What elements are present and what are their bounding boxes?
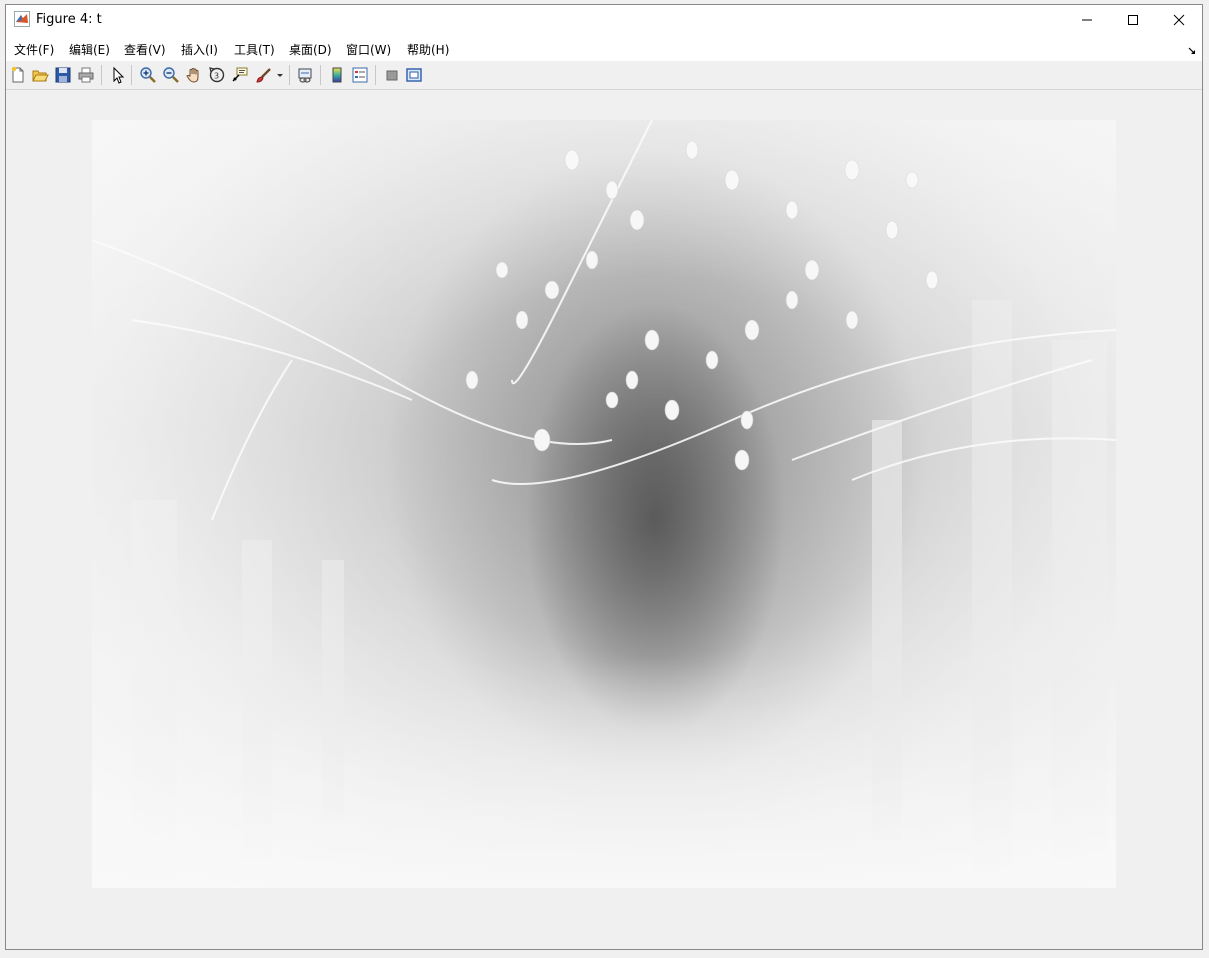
zoom-in-icon[interactable] (139, 66, 157, 84)
image-display[interactable] (92, 120, 1116, 888)
forest-image-icon (92, 120, 1116, 888)
show-plot-tools-icon[interactable] (405, 66, 423, 84)
svg-text:3: 3 (214, 72, 219, 81)
toolbar-separator (131, 65, 132, 85)
dock-arrow-icon[interactable] (1188, 44, 1196, 54)
title-bar[interactable]: Figure 4: t (6, 5, 1202, 35)
window-title: Figure 4: t (36, 12, 102, 27)
toolbar-separator (289, 65, 290, 85)
toolbar-separator (101, 65, 102, 85)
pan-hand-icon[interactable] (185, 66, 203, 84)
hide-plot-tools-icon[interactable] (383, 66, 401, 84)
toolbar-separator (320, 65, 321, 85)
menu-window[interactable]: 窗口(W) (346, 41, 391, 58)
menu-edit[interactable]: 编辑(E) (69, 41, 110, 58)
maximize-button[interactable] (1110, 5, 1156, 35)
new-figure-icon[interactable] (9, 66, 27, 84)
menu-help[interactable]: 帮助(H) (407, 41, 449, 58)
matlab-logo-icon (14, 11, 30, 27)
figure-canvas[interactable] (6, 90, 1202, 949)
edit-plot-arrow-icon[interactable] (109, 66, 127, 84)
menu-tools[interactable]: 工具(T) (234, 41, 275, 58)
legend-icon[interactable] (351, 66, 369, 84)
minimize-icon (1082, 19, 1092, 21)
menu-view[interactable]: 查看(V) (124, 41, 166, 58)
figure-toolbar: 3 (6, 61, 1202, 90)
brush-icon[interactable] (255, 66, 273, 84)
menu-insert[interactable]: 插入(I) (181, 41, 218, 58)
save-icon[interactable] (54, 66, 72, 84)
open-file-icon[interactable] (31, 66, 49, 84)
rotate-3d-icon[interactable]: 3 (208, 66, 226, 84)
print-icon[interactable] (77, 66, 95, 84)
maximize-icon (1128, 15, 1138, 25)
zoom-out-icon[interactable] (162, 66, 180, 84)
close-button[interactable] (1156, 5, 1202, 35)
toolbar-separator (375, 65, 376, 85)
menu-file[interactable]: 文件(F) (14, 41, 54, 58)
menu-desktop[interactable]: 桌面(D) (289, 41, 332, 58)
menu-bar: 文件(F) 编辑(E) 查看(V) 插入(I) 工具(T) 桌面(D) 窗口(W… (6, 35, 1202, 61)
data-cursor-icon[interactable] (231, 66, 249, 84)
brush-dropdown-icon[interactable] (275, 66, 285, 84)
close-icon (1173, 14, 1185, 26)
colorbar-icon[interactable] (328, 66, 346, 84)
minimize-button[interactable] (1064, 5, 1110, 35)
link-plot-icon[interactable] (296, 66, 314, 84)
figure-window: Figure 4: t 文件(F) 编辑(E) 查看(V) 插入(I) 工具(T… (5, 4, 1203, 950)
